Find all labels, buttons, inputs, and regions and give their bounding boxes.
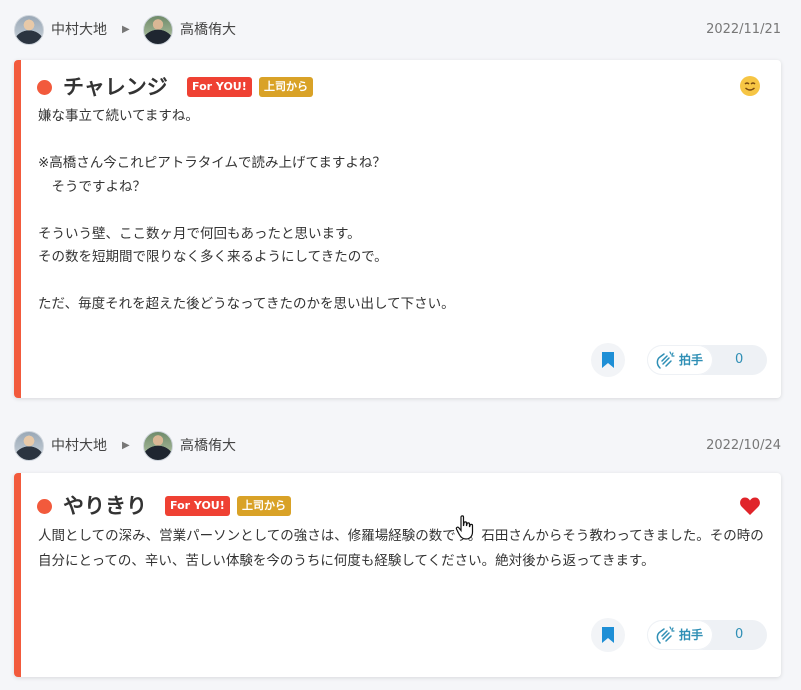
post-date: 2022/10/24 bbox=[706, 438, 781, 453]
recipient-avatar[interactable] bbox=[143, 15, 173, 45]
post-header: 中村大地 ▶ 高橋侑大 2022/10/24 bbox=[0, 425, 801, 465]
message-body: 嫌な事立て続いてますね。 ※高橋さん今これピアトラタイムで読み上げてますよね？ … bbox=[38, 108, 455, 312]
bookmark-button[interactable] bbox=[591, 343, 625, 377]
message-card: やりきり For YOU! 上司から 人間としての深み、営業パーソンとしての強さ… bbox=[14, 473, 781, 677]
clap-button[interactable]: 拍手 0 bbox=[647, 345, 767, 375]
post-date: 2022/11/21 bbox=[706, 22, 781, 37]
arrow-right-icon: ▶ bbox=[122, 440, 130, 451]
sender-avatar[interactable] bbox=[14, 15, 44, 45]
hand-cursor-icon bbox=[455, 515, 474, 540]
recipient-name[interactable]: 高橋侑大 bbox=[180, 21, 236, 39]
bookmark-icon bbox=[602, 352, 614, 368]
card-title: チャレンジ bbox=[63, 75, 168, 99]
heart-icon[interactable] bbox=[739, 495, 761, 517]
clap-count: 0 bbox=[735, 627, 744, 642]
status-dot bbox=[37, 80, 52, 95]
sender-name[interactable]: 中村大地 bbox=[51, 437, 107, 455]
bookmark-icon bbox=[602, 627, 614, 643]
post-header: 中村大地 ▶ 高橋侑大 2022/11/21 bbox=[0, 10, 801, 50]
clap-label: 拍手 bbox=[679, 628, 704, 642]
sender-name[interactable]: 中村大地 bbox=[51, 21, 107, 39]
smile-emoji-icon bbox=[740, 76, 760, 96]
sender-avatar[interactable] bbox=[14, 431, 44, 461]
status-dot bbox=[37, 499, 52, 514]
bookmark-button[interactable] bbox=[591, 618, 625, 652]
message-card: チャレンジ For YOU! 上司から 嫌な事立て続いてますね。 ※高橋さん今こ… bbox=[14, 60, 781, 398]
for-you-badge: For YOU! bbox=[187, 77, 252, 97]
clap-count: 0 bbox=[735, 352, 744, 367]
clap-action[interactable]: 拍手 bbox=[647, 345, 713, 375]
recipient-name[interactable]: 高橋侑大 bbox=[180, 437, 236, 455]
card-accent-bar bbox=[14, 60, 21, 398]
for-you-badge: For YOU! bbox=[165, 496, 230, 516]
clap-label: 拍手 bbox=[679, 353, 704, 367]
clap-hands-icon bbox=[656, 351, 675, 369]
card-accent-bar bbox=[14, 473, 21, 677]
recipient-avatar[interactable] bbox=[143, 431, 173, 461]
clap-button[interactable]: 拍手 0 bbox=[647, 620, 767, 650]
boss-badge: 上司から bbox=[259, 77, 313, 97]
message-body: 人間としての深み、営業パーソンとしての強さは、修羅場経験の数です。石田さんからそ… bbox=[38, 528, 764, 569]
clap-action[interactable]: 拍手 bbox=[647, 620, 713, 650]
clap-hands-icon bbox=[656, 626, 675, 644]
arrow-right-icon: ▶ bbox=[122, 24, 130, 35]
card-title: やりきり bbox=[63, 494, 147, 518]
boss-badge: 上司から bbox=[237, 496, 291, 516]
